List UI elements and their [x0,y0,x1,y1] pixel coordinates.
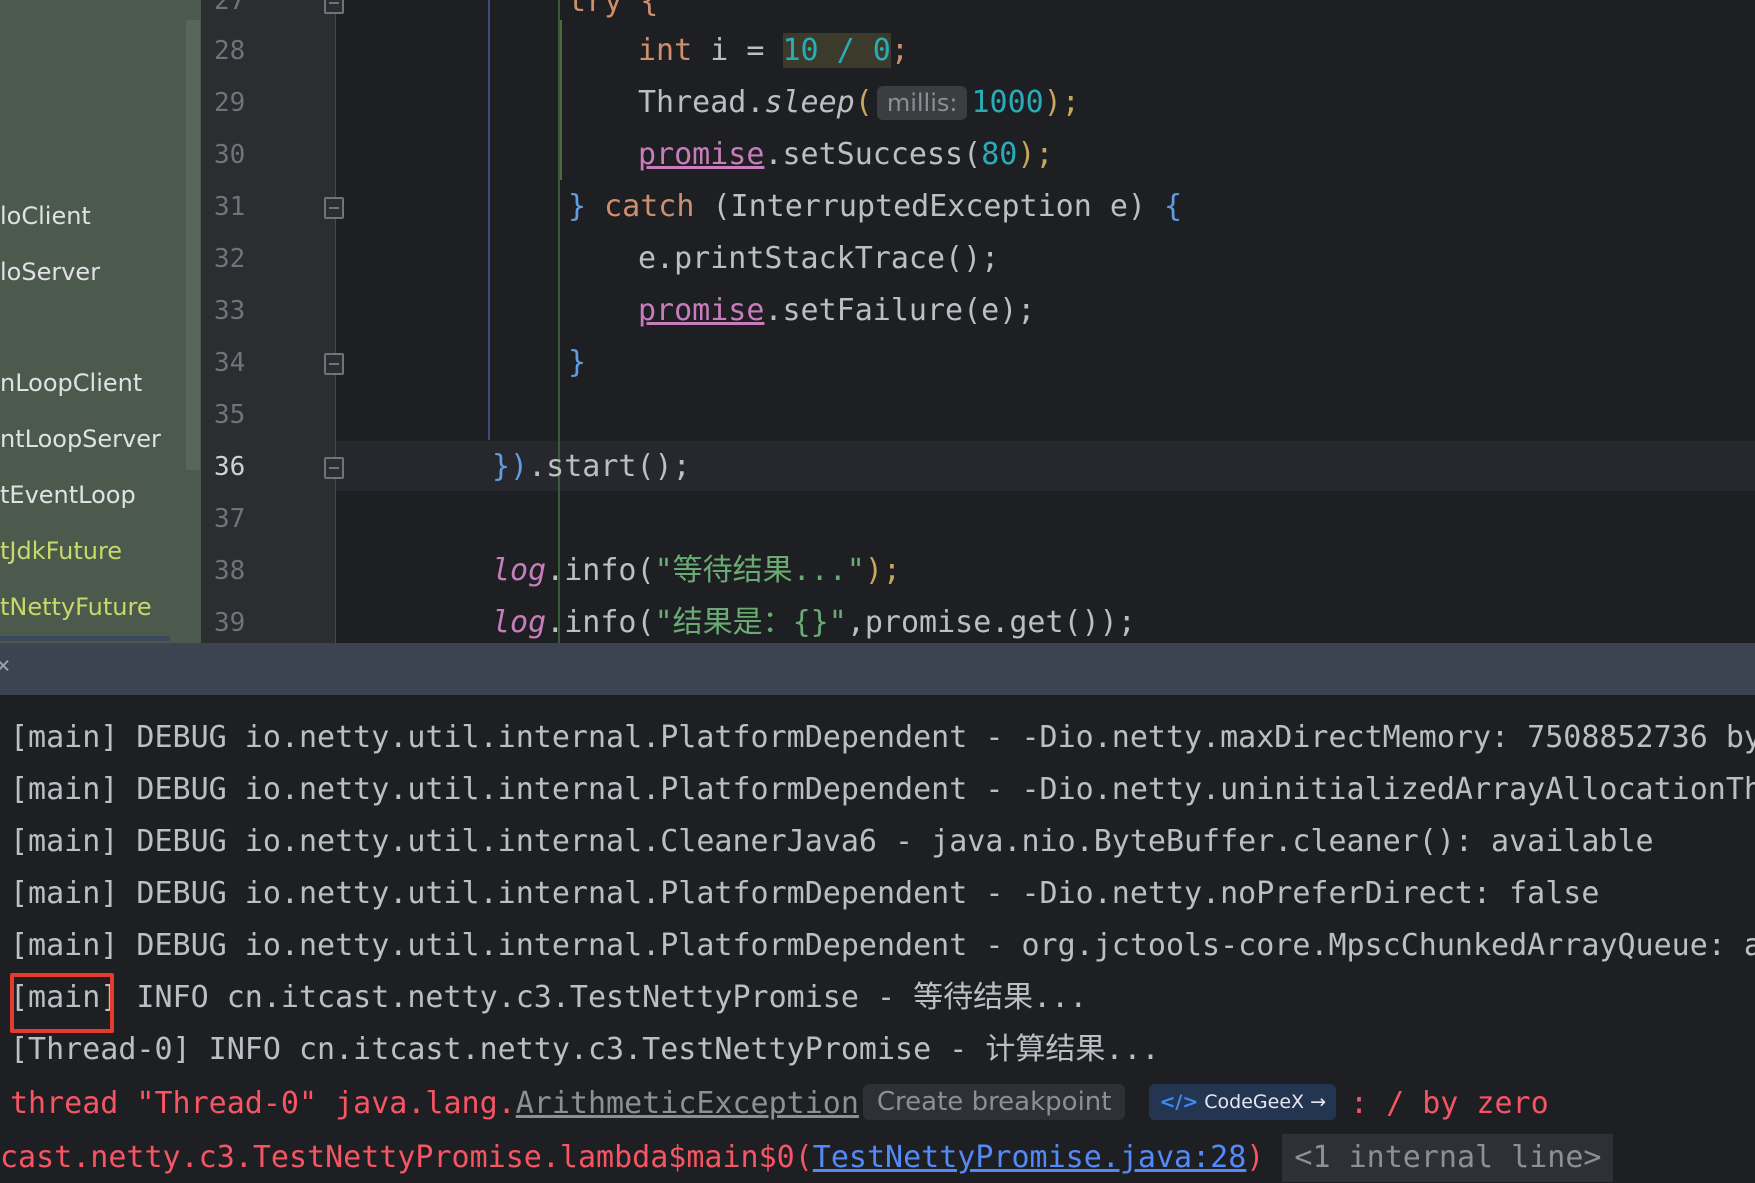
code-token: (InterruptedException e) [712,189,1146,224]
code-line-27: try { [568,0,658,20]
code-line-36: }).start(); [492,449,691,485]
code-token: ); [864,553,901,588]
code-line-34: } [568,345,586,381]
tree-item[interactable]: tEventLoop [0,481,136,509]
fold-icon[interactable] [324,353,344,375]
run-panel-header: × [0,643,1755,695]
close-icon[interactable]: × [0,651,10,679]
code-token: .setFailure(e); [764,293,1036,328]
code-token: ; [890,33,909,68]
line-number: 35 [214,400,246,430]
line-number-current: 36 [214,452,246,482]
console-line: [main] DEBUG io.netty.util.internal.Plat… [10,772,1755,807]
console-line: [main] DEBUG io.netty.util.internal.Plat… [10,928,1755,963]
code-token: } [568,189,587,224]
line-number: 38 [214,556,246,586]
line-number: 34 [214,348,246,378]
code-line-31: } catch (InterruptedException e) { [568,189,1182,225]
code-token: ); [1043,85,1080,120]
stacktrace-prefix: cast.netty.c3.TestNettyPromise.lambda$ma… [0,1140,813,1175]
code-token: i = [692,33,783,68]
line-number: 30 [214,140,246,170]
code-token: try { [568,0,659,19]
code-line-28: int i = 10 / 0; [638,33,909,69]
code-token: log [492,605,547,640]
stacktrace-suffix: ) [1246,1140,1265,1175]
console-line: [Thread-0] INFO cn.itcast.netty.c3.TestN… [10,1032,1160,1067]
console-line: [main] DEBUG io.netty.util.internal.Plat… [10,876,1600,911]
code-token: "等待结果..." [654,553,865,588]
gutter-fold-line [335,0,336,643]
internal-line-fold[interactable]: <1 internal line> [1282,1134,1614,1182]
line-number: 28 [214,36,246,66]
line-number: 27 [214,0,246,16]
exception-prefix: thread "Thread-0" java.lang. [10,1086,516,1121]
code-token: "结果是：{}" [654,605,847,640]
code-token: .info( [546,605,655,640]
source-link[interactable]: TestNettyPromise.java:28 [813,1140,1246,1175]
code-line-30: promise.setSuccess(80); [638,137,1053,173]
code-token: ,promise.get()); [846,605,1136,640]
line-number: 39 [214,608,246,638]
code-token: Thread. [638,85,765,120]
code-token: 80 [981,137,1018,172]
tree-item[interactable]: loServer [0,258,100,286]
code-line-32: e.printStackTrace(); [638,241,999,277]
stacktrace-line: cast.netty.c3.TestNettyPromise.lambda$ma… [0,1134,1614,1182]
run-console[interactable]: [main] DEBUG io.netty.util.internal.Plat… [0,695,1755,1183]
code-line-38: log.info("等待结果..."); [492,553,901,589]
code-token: promise [638,293,765,328]
parameter-hint: millis: [876,86,968,120]
tree-selection-indicator [0,636,170,641]
codegeex-label: CodeGeeX [1204,1091,1305,1113]
console-line: [main] DEBUG io.netty.util.internal.Clea… [10,824,1654,859]
code-token: { [1145,189,1183,224]
code-token: e.printStackTrace(); [638,241,1000,276]
codegeex-icon: </> [1159,1091,1199,1113]
highlight-box [10,973,114,1033]
tree-item[interactable]: tJdkFuture [0,537,122,565]
tree-item[interactable]: ntLoopServer [0,425,161,453]
console-line: [main] INFO cn.itcast.netty.c3.TestNetty… [10,980,1088,1015]
indent-guide [560,20,562,180]
tree-item[interactable]: loClient [0,202,91,230]
code-line-33: promise.setFailure(e); [638,293,1035,329]
exception-line: thread "Thread-0" java.lang.ArithmeticEx… [10,1084,1549,1122]
code-token: log [492,553,547,588]
code-token: .info( [546,553,655,588]
indent-guide [488,0,490,440]
code-token: }) [492,449,529,484]
codegeex-button[interactable]: </> CodeGeeX → [1149,1084,1336,1120]
code-token-highlighted: 10 / 0 [782,33,891,68]
code-token: ); [1017,137,1054,172]
line-number: 32 [214,244,246,274]
code-line-29: Thread.sleep(millis: 1000); [638,85,1080,120]
code-token: catch [586,189,713,224]
code-token: 1000 [971,85,1044,120]
tree-item[interactable]: nLoopClient [0,369,142,397]
exception-class-link[interactable]: ArithmeticException [516,1086,859,1121]
code-token: } [568,345,587,380]
exception-message: : / by zero [1350,1086,1549,1121]
fold-icon[interactable] [324,457,344,479]
line-number: 31 [214,192,246,222]
fold-icon[interactable] [324,0,344,14]
code-token: .start(); [528,449,691,484]
create-breakpoint-button[interactable]: Create breakpoint [862,1084,1126,1120]
code-token: promise [638,137,765,172]
tree-item[interactable]: tNettyFuture [0,593,152,621]
project-tree-panel: loClient loServer nLoopClient ntLoopServ… [0,0,201,643]
project-tree-scrollbar[interactable] [186,20,200,470]
line-number: 33 [214,296,246,326]
line-number: 29 [214,88,246,118]
line-number: 37 [214,504,246,534]
code-token: sleep [764,85,855,120]
code-token: .setSuccess( [764,137,982,172]
code-line-39: log.info("结果是：{}",promise.get()); [492,605,1136,641]
fold-icon[interactable] [324,197,344,219]
code-editor[interactable]: try { int i = 10 / 0; Thread.sleep(milli… [336,0,1755,643]
console-line: [main] DEBUG io.netty.util.internal.Plat… [10,720,1755,755]
code-token: int [638,33,693,68]
